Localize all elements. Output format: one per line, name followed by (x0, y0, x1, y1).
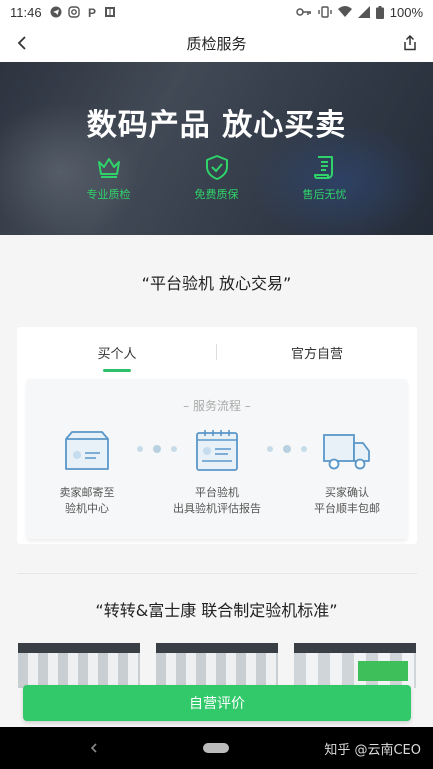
status-bar: 11:46 P 100% (0, 0, 433, 24)
crown-icon (97, 158, 120, 178)
telegram-icon (50, 6, 62, 18)
hero-features: 专业质检 免费质保 售后无忧 (0, 154, 433, 202)
watermark: 知乎 @云南CEO (324, 743, 421, 758)
battery-level: 100% (389, 4, 423, 20)
share-button[interactable] (397, 30, 423, 56)
book-icon (104, 7, 115, 17)
step-confirm: 买家确认 平台顺丰包邮 (287, 429, 407, 517)
feature-quality-inspection: 专业质检 (79, 154, 139, 202)
feature-after-sales: 售后无忧 (295, 154, 355, 202)
chevron-left-icon (17, 36, 26, 50)
service-process: – 服务流程 – 卖家邮寄至 验机中心 平台验机 出具验机评估报告 买家确认 平… (27, 379, 407, 539)
hero-overlay (0, 62, 433, 235)
step-text: 卖家邮寄至 验机中心 (60, 485, 115, 517)
system-back-icon[interactable] (86, 739, 102, 757)
package-icon (65, 431, 109, 470)
feature-label: 免费质保 (194, 188, 239, 201)
divider (17, 573, 417, 574)
vibrate-icon (318, 6, 332, 18)
feature-free-warranty: 免费质保 (187, 154, 247, 202)
step-text: 买家确认 平台顺丰包邮 (314, 485, 380, 517)
tab-divider (216, 344, 217, 360)
section-title-standard: “转转&富士康 联合制定验机标准” (95, 601, 338, 620)
tab-bar: 买个人 官方自营 (17, 327, 417, 377)
step-line: 出具验机评估报告 (173, 502, 261, 515)
step-mail: 卖家邮寄至 验机中心 (27, 429, 147, 517)
home-pill[interactable] (203, 743, 229, 753)
receipt-icon (313, 156, 333, 179)
photo-gallery (18, 643, 416, 688)
calendar-report-icon (196, 430, 238, 471)
parking-icon: P (88, 6, 96, 18)
feature-label: 售后无忧 (302, 188, 347, 201)
svg-text:P: P (88, 6, 96, 18)
step-line: 平台顺丰包邮 (314, 502, 380, 515)
page-title: 质检服务 (186, 34, 247, 53)
tab-official[interactable]: 官方自营 (217, 327, 417, 377)
status-time: 11:46 (10, 4, 42, 20)
hero-title: 数码产品 放心买卖 (86, 108, 347, 143)
hero-banner: 数码产品 放心买卖 专业质检 免费质保 售后无忧 (0, 62, 433, 235)
process-title: – 服务流程 – (183, 399, 251, 413)
step-text: 平台验机 出具验机评估报告 (173, 485, 261, 517)
share-icon (404, 35, 416, 51)
shield-check-icon (205, 155, 228, 180)
battery-icon (375, 5, 384, 19)
step-line: 验机中心 (65, 502, 109, 515)
key-icon (296, 8, 311, 16)
factory-photo[interactable] (156, 643, 278, 688)
section-title-platform: “平台验机 放心交易” (141, 274, 292, 293)
instagram-icon (67, 6, 80, 18)
signal-icon (357, 6, 370, 18)
step-line: 卖家邮寄至 (59, 486, 115, 499)
factory-photo[interactable] (294, 643, 416, 688)
system-navigation-bar: 知乎 @云南CEO (0, 727, 433, 769)
step-inspect: 平台验机 出具验机评估报告 (157, 429, 277, 517)
tab-personal[interactable]: 买个人 (17, 327, 217, 377)
self-review-button[interactable]: 自营评价 (23, 685, 411, 721)
wifi-icon (337, 6, 352, 17)
step-line: 买家确认 (325, 486, 369, 499)
truck-icon (323, 434, 370, 470)
back-button[interactable] (10, 30, 36, 56)
factory-photo[interactable] (18, 643, 140, 688)
step-line: 平台验机 (195, 486, 239, 499)
top-nav-bar: 质检服务 (0, 24, 433, 62)
service-card: 买个人 官方自营 – 服务流程 – 卖家邮寄至 验机中心 平台验机 出具验机评估… (17, 327, 417, 544)
feature-label: 专业质检 (86, 188, 131, 201)
